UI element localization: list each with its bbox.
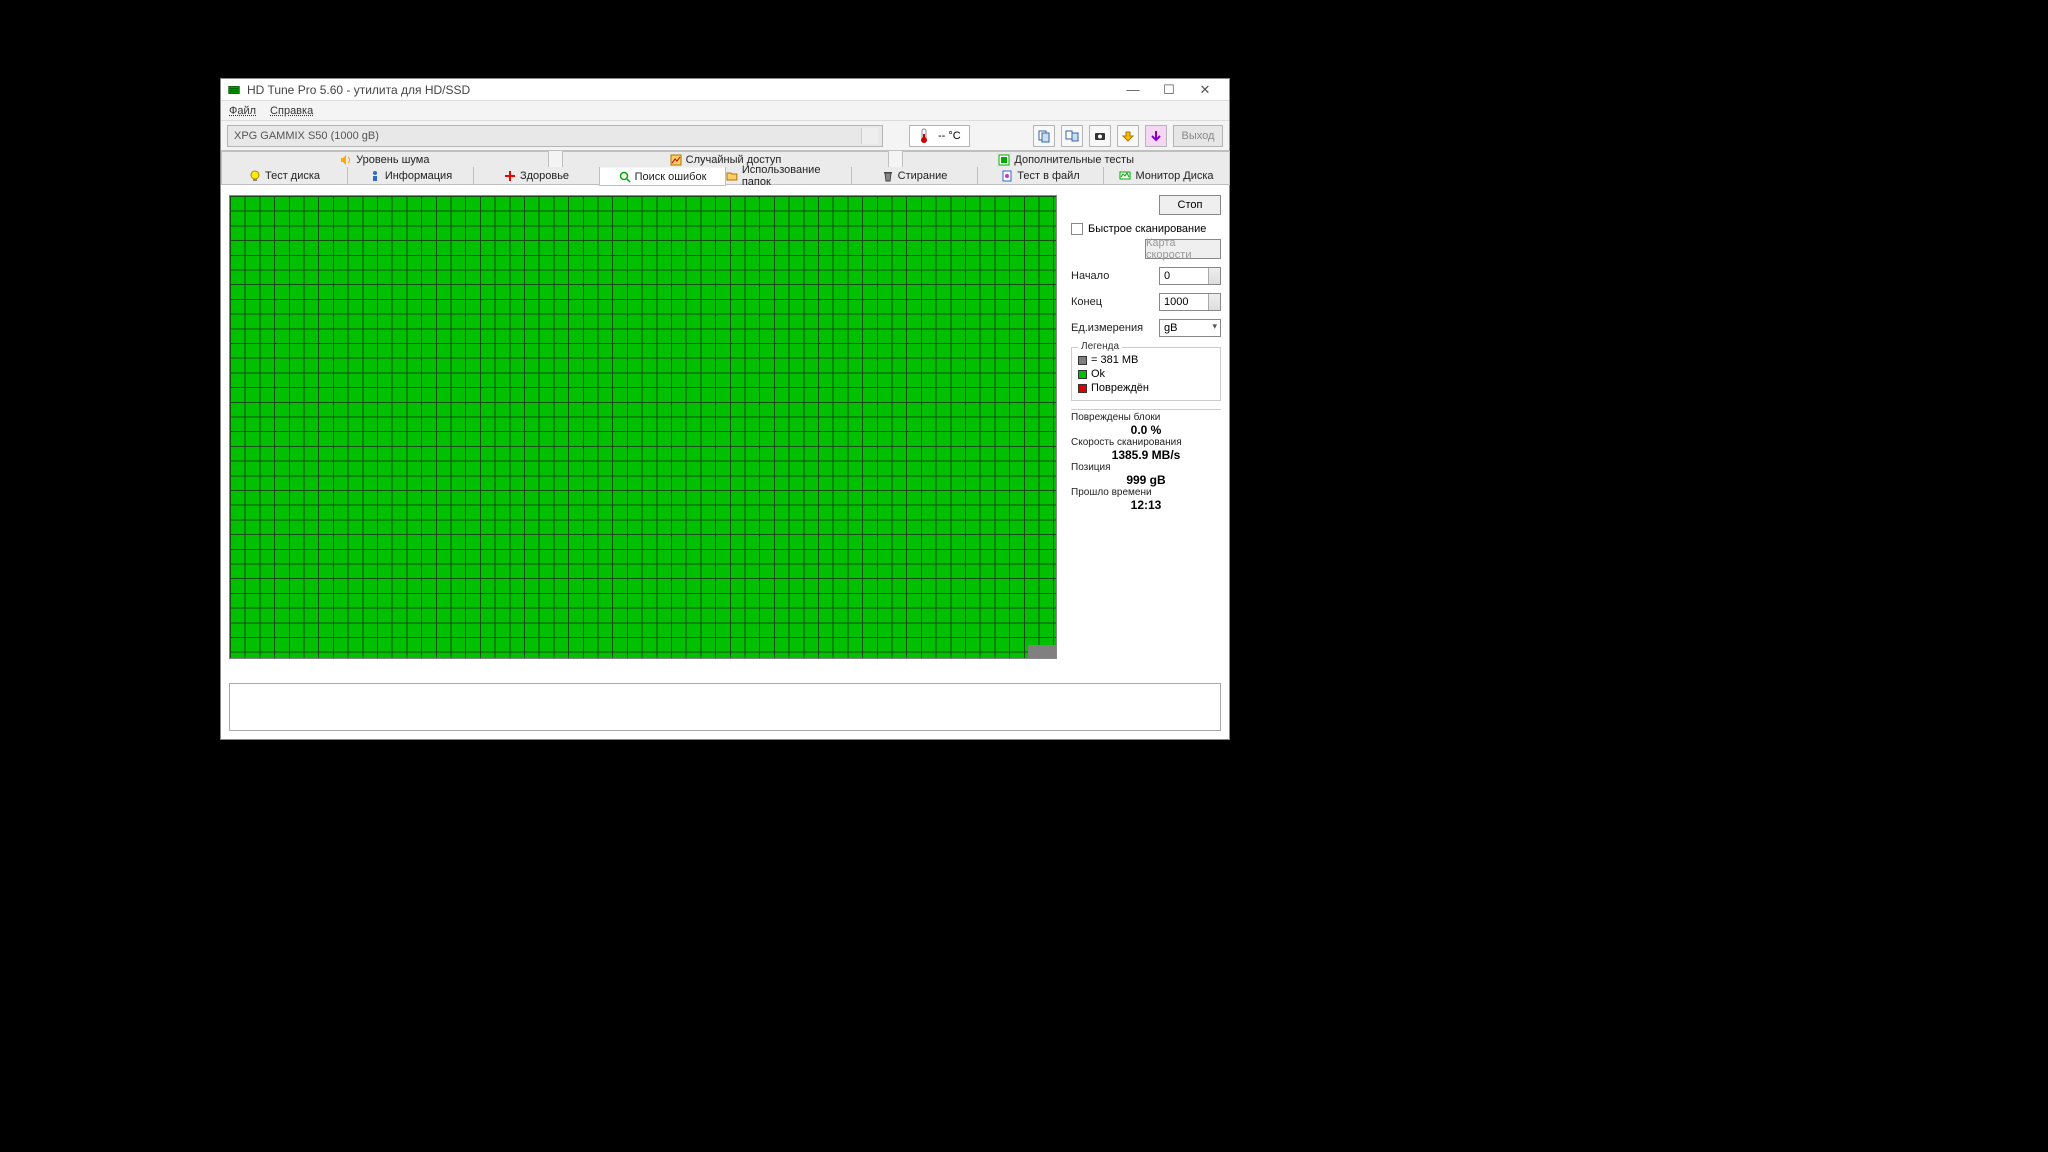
exit-button[interactable]: Выход xyxy=(1173,125,1223,147)
speed-label: Скорость сканирования xyxy=(1071,437,1221,448)
monitor-icon xyxy=(1119,170,1131,182)
maximize-button[interactable]: ☐ xyxy=(1151,80,1187,100)
damaged-value: 0.0 % xyxy=(1071,423,1221,437)
start-input[interactable]: 0 xyxy=(1159,267,1221,285)
start-label: Начало xyxy=(1071,270,1109,282)
titlebar: HD Tune Pro 5.60 - утилита для HD/SSD — … xyxy=(221,79,1229,101)
trash-icon xyxy=(882,170,894,182)
end-label: Конец xyxy=(1071,296,1102,308)
copy-info-icon[interactable] xyxy=(1033,125,1055,147)
legend-ok-label: Ok xyxy=(1091,368,1105,380)
temperature-value: -- °C xyxy=(938,130,961,142)
legend-title: Легенда xyxy=(1078,341,1122,352)
legend-bad-icon xyxy=(1078,384,1087,393)
speed-value: 1385.9 MB/s xyxy=(1071,448,1221,462)
copy-screenshot-icon[interactable] xyxy=(1061,125,1083,147)
temperature-display: -- °C xyxy=(909,125,970,147)
minimize-button[interactable]: — xyxy=(1115,80,1151,100)
info-icon xyxy=(369,170,381,182)
close-button[interactable]: ✕ xyxy=(1187,80,1223,100)
legend-group: Легенда = 381 MB Ok Повреждён xyxy=(1071,347,1221,401)
tab-disk-monitor[interactable]: Монитор Диска xyxy=(1103,167,1230,185)
file-test-icon xyxy=(1001,170,1013,182)
app-window: HD Tune Pro 5.60 - утилита для HD/SSD — … xyxy=(220,78,1230,740)
quick-scan-label: Быстрое сканирование xyxy=(1088,223,1206,235)
tab-info[interactable]: Информация xyxy=(347,167,474,185)
magnifier-icon xyxy=(619,171,631,183)
tab-file-benchmark[interactable]: Тест в файл xyxy=(977,167,1104,185)
damaged-label: Повреждены блоки xyxy=(1071,412,1221,423)
speed-map-button[interactable]: Карта скорости xyxy=(1145,239,1221,259)
log-box xyxy=(229,683,1221,731)
bulb-icon xyxy=(249,170,261,182)
menu-help[interactable]: Справка xyxy=(270,105,313,117)
unit-label: Ед.измерения xyxy=(1071,322,1143,334)
legend-ok-icon xyxy=(1078,370,1087,379)
drive-select-value: XPG GAMMIX S50 (1000 gB) xyxy=(234,130,379,142)
thermometer-icon xyxy=(918,128,930,144)
save-icon[interactable] xyxy=(1145,125,1167,147)
legend-bad-label: Повреждён xyxy=(1091,382,1149,394)
unit-select[interactable]: gB xyxy=(1159,319,1221,337)
extra-icon xyxy=(998,154,1010,166)
menu-file[interactable]: Файл xyxy=(229,105,256,117)
folder-icon xyxy=(726,170,738,182)
stats-group: Повреждены блоки 0.0 % Скорость сканиров… xyxy=(1071,409,1221,514)
tab-erase[interactable]: Стирание xyxy=(851,167,978,185)
window-title: HD Tune Pro 5.60 - утилита для HD/SSD xyxy=(247,83,1115,97)
content-area: Стоп Быстрое сканирование Карта скорости… xyxy=(221,185,1229,739)
scan-grid xyxy=(229,195,1057,659)
position-label: Позиция xyxy=(1071,462,1221,473)
side-panel: Стоп Быстрое сканирование Карта скорости… xyxy=(1071,195,1221,659)
tab-noise[interactable]: Уровень шума xyxy=(221,151,549,167)
tab-folder-usage[interactable]: Использование папок xyxy=(725,167,852,185)
stop-button[interactable]: Стоп xyxy=(1159,195,1221,215)
options-icon[interactable] xyxy=(1117,125,1139,147)
quick-scan-checkbox[interactable]: Быстрое сканирование xyxy=(1071,223,1221,235)
legend-block-label: = 381 MB xyxy=(1091,354,1138,366)
toolbar: XPG GAMMIX S50 (1000 gB) -- °C Выход xyxy=(221,121,1229,151)
drive-select[interactable]: XPG GAMMIX S50 (1000 gB) xyxy=(227,125,883,147)
save-screenshot-icon[interactable] xyxy=(1089,125,1111,147)
tab-benchmark[interactable]: Тест диска xyxy=(221,167,348,185)
menubar: Файл Справка xyxy=(221,101,1229,121)
tab-extra-tests[interactable]: Дополнительные тесты xyxy=(902,151,1230,167)
legend-block-icon xyxy=(1078,356,1087,365)
tabstrip: Уровень шума Случайный доступ Дополнител… xyxy=(221,151,1229,185)
end-input[interactable]: 1000 xyxy=(1159,293,1221,311)
app-icon xyxy=(227,83,241,97)
tab-health[interactable]: Здоровье xyxy=(473,167,600,185)
elapsed-value: 12:13 xyxy=(1071,498,1221,512)
spinner-icon[interactable] xyxy=(1208,294,1220,310)
speaker-icon xyxy=(340,154,352,166)
position-value: 999 gB xyxy=(1071,473,1221,487)
checkbox-box xyxy=(1071,223,1083,235)
tab-error-scan[interactable]: Поиск ошибок xyxy=(599,168,726,186)
scan-grid-tail xyxy=(1028,645,1056,658)
random-icon xyxy=(670,154,682,166)
elapsed-label: Прошло времени xyxy=(1071,487,1221,498)
spinner-icon[interactable] xyxy=(1208,268,1220,284)
health-icon xyxy=(504,170,516,182)
